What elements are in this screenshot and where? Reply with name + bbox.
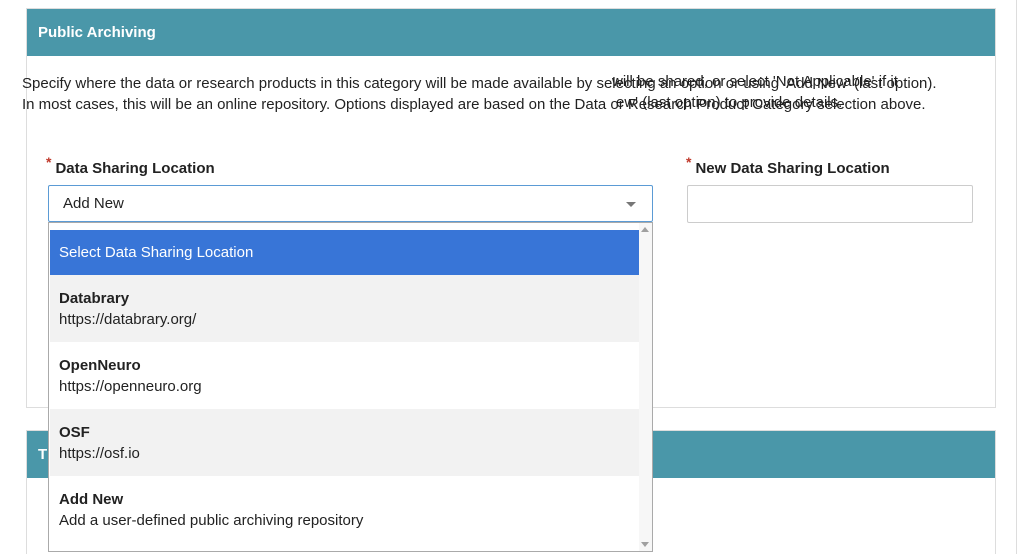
option-subtitle: Add a user-defined public archiving repo… <box>59 512 364 529</box>
required-asterisk: * <box>46 154 52 170</box>
data-sharing-location-dropdown[interactable]: Select Data Sharing Location Databrary h… <box>48 222 653 552</box>
dropdown-scrollbar[interactable] <box>639 223 652 551</box>
option-title: Add New <box>59 491 124 508</box>
new-data-sharing-location-label: * New Data Sharing Location <box>686 154 890 177</box>
option-title: OpenNeuro <box>59 357 141 374</box>
arrow-up-icon[interactable] <box>641 227 649 232</box>
arrow-down-icon[interactable] <box>641 542 649 547</box>
second-section-description: will be shared, or select 'Not Applicabl… <box>612 73 898 111</box>
dropdown-option-osf[interactable]: OSF https://osf.io <box>50 409 639 476</box>
page-edge-divider <box>1016 0 1017 554</box>
new-data-sharing-location-input[interactable] <box>687 185 973 223</box>
select-value: Add New <box>63 195 124 212</box>
page: Public Archiving Specify where the data … <box>0 0 1023 554</box>
option-title: OSF <box>59 424 90 441</box>
option-subtitle: https://openneuro.org <box>59 378 202 395</box>
option-subtitle: https://databrary.org/ <box>59 311 197 328</box>
option-subtitle: https://osf.io <box>59 445 140 462</box>
dropdown-option-add-new[interactable]: Add New Add a user-defined public archiv… <box>50 476 639 543</box>
chevron-down-icon[interactable] <box>626 202 636 207</box>
required-asterisk: * <box>686 154 692 170</box>
data-sharing-location-label: * Data Sharing Location <box>46 154 215 177</box>
dropdown-options-list: Select Data Sharing Location Databrary h… <box>50 230 639 543</box>
option-title: Databrary <box>59 290 130 307</box>
second-panel-title: T <box>38 446 48 463</box>
dropdown-option-placeholder[interactable]: Select Data Sharing Location <box>50 230 639 275</box>
dropdown-option-databrary[interactable]: Databrary https://databrary.org/ <box>50 275 639 342</box>
panel-title: Public Archiving <box>38 24 156 41</box>
dropdown-option-openneuro[interactable]: OpenNeuro https://openneuro.org <box>50 342 639 409</box>
panel-header: Public Archiving <box>27 9 995 56</box>
data-sharing-location-select[interactable]: Add New <box>48 185 653 222</box>
